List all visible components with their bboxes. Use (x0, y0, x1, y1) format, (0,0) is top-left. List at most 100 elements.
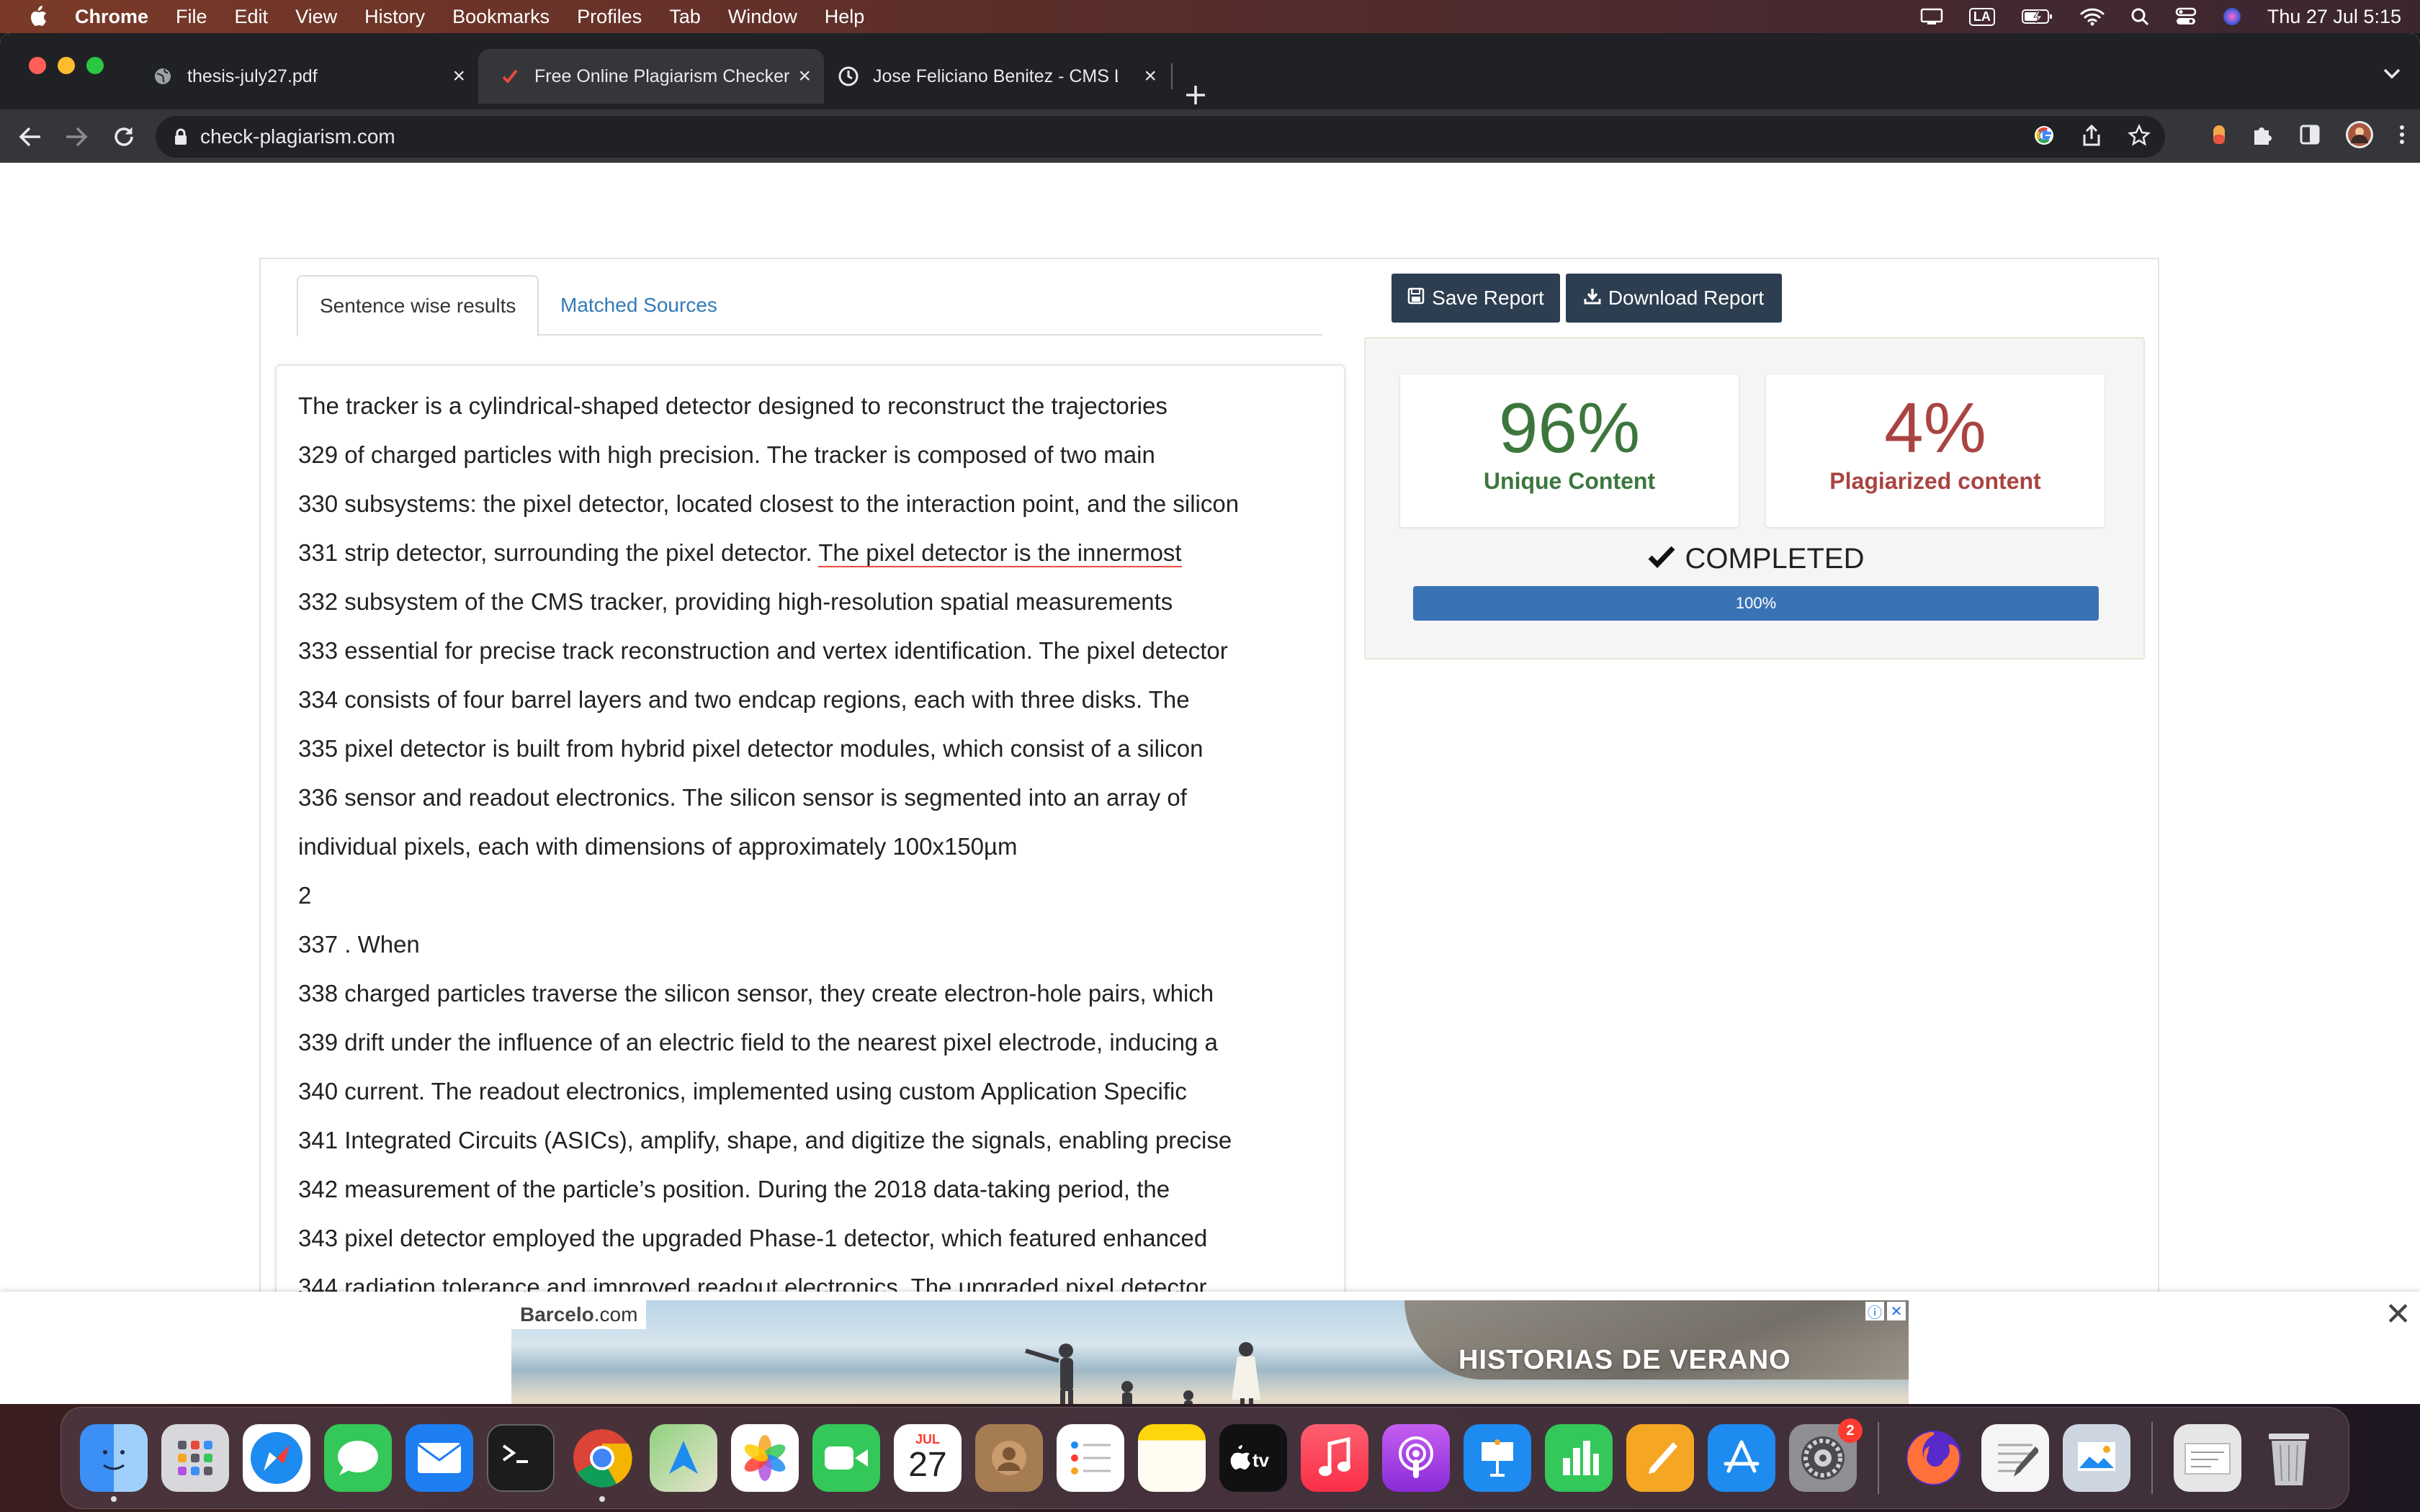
menu-history[interactable]: History (364, 6, 425, 28)
spotlight-search-icon[interactable] (2130, 7, 2149, 26)
google-lens-icon[interactable] (2033, 124, 2056, 150)
download-report-button[interactable]: Download Report (1566, 274, 1782, 323)
keynote-icon[interactable] (1464, 1424, 1531, 1492)
back-arrow-icon[interactable] (16, 122, 45, 151)
ad-banner[interactable]: Barcelo.com HISTORIAS DE VERANO ⓘ ✕ (511, 1300, 1909, 1404)
new-tab-plus-icon[interactable] (1184, 84, 1207, 107)
photos-icon[interactable] (731, 1424, 799, 1492)
side-panel-icon[interactable] (2299, 124, 2321, 149)
podcasts-icon[interactable] (1382, 1424, 1450, 1492)
wifi-icon[interactable] (2080, 7, 2105, 26)
extensions-puzzle-icon[interactable] (2251, 123, 2275, 150)
forward-arrow-icon[interactable] (62, 122, 91, 151)
check-icon (500, 66, 520, 86)
notes-icon[interactable] (1138, 1424, 1206, 1492)
menu-edit[interactable]: Edit (235, 6, 269, 28)
browser-tab-thesis[interactable]: thesis-july27.pdf × (138, 49, 478, 104)
browser-tab-cms[interactable]: Jose Feliciano Benitez - CMS L × (824, 49, 1170, 104)
menu-file[interactable]: File (176, 6, 207, 28)
url-text[interactable]: check-plagiarism.com (200, 125, 395, 148)
pages-icon[interactable] (1626, 1424, 1694, 1492)
tab-sentence-wise-results[interactable]: Sentence wise results (297, 275, 539, 337)
trash-icon[interactable] (2255, 1424, 2323, 1492)
preview-icon[interactable] (2063, 1424, 2130, 1492)
calendar-day: 27 (908, 1446, 947, 1484)
reload-icon[interactable] (109, 122, 138, 151)
menu-app-name[interactable]: Chrome (75, 6, 148, 28)
finder-icon[interactable] (80, 1424, 148, 1502)
contacts-icon[interactable] (975, 1424, 1043, 1492)
menu-bar: Chrome File Edit View History Bookmarks … (0, 0, 2420, 33)
more-menu-icon[interactable] (2398, 123, 2406, 150)
line-text: 331 strip detector, surrounding the pixe… (298, 539, 819, 566)
control-center-icon[interactable] (2175, 7, 2197, 26)
address-bar[interactable]: check-plagiarism.com (156, 116, 2165, 158)
save-report-label: Save Report (1432, 287, 1544, 309)
menu-bookmarks[interactable]: Bookmarks (452, 6, 550, 28)
tab-title: Jose Feliciano Benitez - CMS L (873, 66, 1118, 86)
firefox-icon[interactable] (1900, 1424, 1968, 1492)
window-close-button[interactable] (29, 57, 46, 74)
close-tab-icon[interactable]: × (798, 64, 811, 89)
progress-label: 100% (1735, 594, 1777, 612)
unique-content-label: Unique Content (1483, 468, 1656, 494)
clock[interactable]: Thu 27 Jul 5:15 (2267, 6, 2401, 28)
tab-separator (1171, 63, 1173, 89)
window-zoom-button[interactable] (86, 57, 104, 74)
browser-window: thesis-july27.pdf × Free Online Plagiari… (0, 33, 2420, 1404)
messages-icon[interactable] (324, 1424, 392, 1492)
ad-close-icon[interactable]: ✕ (1887, 1302, 1906, 1320)
tv-icon[interactable]: tv (1219, 1424, 1287, 1492)
menu-profiles[interactable]: Profiles (577, 6, 642, 28)
textedit-icon[interactable] (1981, 1424, 2049, 1492)
app-store-icon[interactable] (1708, 1424, 1775, 1492)
save-report-button[interactable]: Save Report (1392, 274, 1560, 323)
downloads-stack-icon[interactable] (2174, 1424, 2241, 1492)
mail-icon[interactable] (405, 1424, 473, 1492)
close-tab-icon[interactable]: × (452, 64, 465, 89)
facetime-icon[interactable] (812, 1424, 880, 1492)
menu-help[interactable]: Help (825, 6, 865, 28)
launchpad-icon[interactable] (161, 1424, 229, 1492)
checkmark-icon (1648, 543, 1675, 575)
plagiarized-content-card: 4% Plagiarized content (1766, 374, 2105, 527)
menu-tab[interactable]: Tab (669, 6, 701, 28)
terminal-icon[interactable] (487, 1424, 555, 1492)
chrome-icon[interactable] (568, 1424, 636, 1502)
profile-avatar[interactable] (2345, 120, 2374, 153)
close-tab-icon[interactable]: × (1144, 64, 1157, 89)
close-ad-bar-icon[interactable]: ✕ (2385, 1296, 2411, 1333)
text-line: 341 Integrated Circuits (ASICs), amplify… (298, 1127, 1232, 1153)
battery-icon[interactable] (2021, 8, 2054, 25)
menu-view[interactable]: View (295, 6, 337, 28)
tab-search-chevron-icon[interactable] (2383, 68, 2401, 83)
apple-icon[interactable] (29, 5, 49, 28)
lock-icon[interactable] (174, 128, 187, 145)
text-line: 335 pixel detector is built from hybrid … (298, 735, 1204, 762)
menu-window[interactable]: Window (728, 6, 797, 28)
share-icon[interactable] (2081, 124, 2102, 150)
numbers-icon[interactable] (1545, 1424, 1613, 1492)
bookmark-star-icon[interactable] (2128, 123, 2151, 150)
tab-matched-sources[interactable]: Matched Sources (539, 275, 739, 336)
download-icon (1584, 287, 1601, 310)
floppy-disk-icon (1407, 287, 1425, 310)
calendar-icon[interactable]: JUL 27 (894, 1424, 962, 1492)
reminders-icon[interactable] (1057, 1424, 1124, 1492)
extension-pill-icon[interactable] (2211, 123, 2227, 150)
system-settings-icon[interactable]: 2 (1789, 1418, 1863, 1492)
text-line: 343 pixel detector employed the upgraded… (298, 1225, 1208, 1251)
unique-percentage: 96% (1498, 388, 1641, 467)
globe-icon (153, 66, 173, 86)
browser-tab-plagiarism[interactable]: Free Online Plagiarism Checker × (478, 49, 824, 104)
siri-icon[interactable] (2223, 7, 2241, 26)
safari-icon[interactable] (243, 1424, 310, 1492)
ad-info-icon[interactable]: ⓘ (1865, 1302, 1884, 1321)
input-source-indicator[interactable]: LA (1968, 7, 1995, 26)
maps-icon[interactable] (650, 1424, 717, 1492)
progress-bar: 100% (1413, 586, 2099, 621)
window-minimize-button[interactable] (58, 57, 75, 74)
music-icon[interactable] (1301, 1424, 1368, 1492)
plagiarized-sentence-highlight[interactable]: The pixel detector is the innermost (818, 539, 1182, 567)
display-icon[interactable] (1920, 8, 1943, 25)
